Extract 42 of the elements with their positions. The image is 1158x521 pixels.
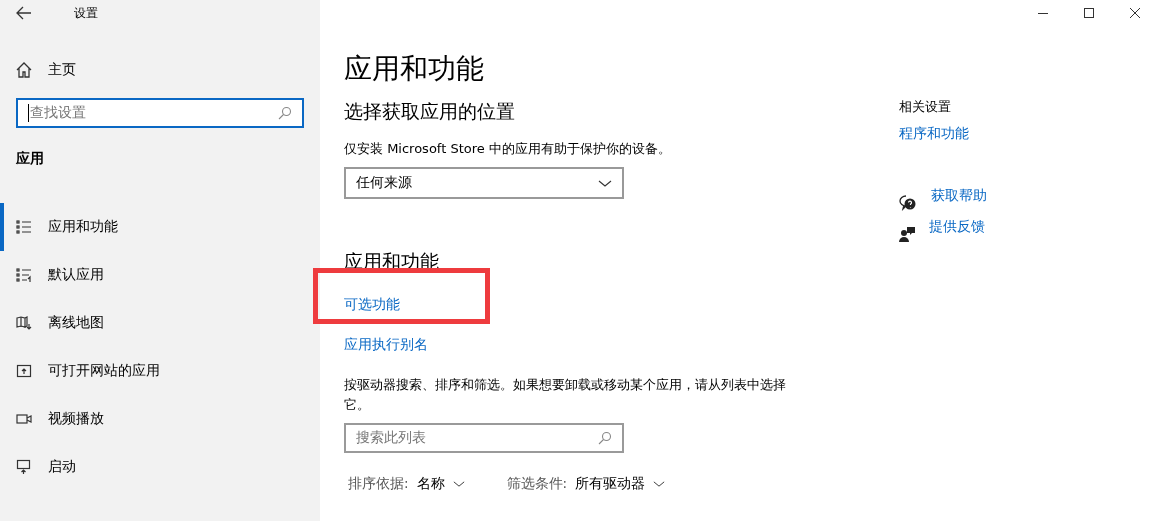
list-icon <box>16 219 32 235</box>
section-heading: 应用 <box>16 150 45 168</box>
page-title: 应用和功能 <box>344 51 485 87</box>
person-chat-icon <box>899 225 915 242</box>
maximize-icon <box>1084 8 1094 18</box>
nav-item[interactable]: 视频播放 <box>0 395 320 443</box>
window-title: 设置 <box>74 4 98 22</box>
list-search-field[interactable]: 搜索此列表 <box>344 423 624 453</box>
chevron-down-icon <box>653 481 666 487</box>
filter-dropdown[interactable]: 筛选条件: 所有驱动器 <box>506 475 666 493</box>
video-camera-icon <box>16 411 32 427</box>
minimize-icon <box>1038 12 1048 14</box>
programs-link[interactable]: 程序和功能 <box>899 125 969 143</box>
description-text: 按驱动器搜索、排序和筛选。如果想要卸载或移动某个应用，请从列表中选择它。 <box>344 376 787 414</box>
home-link[interactable]: 主页 <box>48 61 76 79</box>
nav-item[interactable]: 可打开网站的应用 <box>0 347 320 395</box>
monitor-arrow-icon <box>16 459 32 475</box>
back-button[interactable] <box>16 6 32 20</box>
nav-item[interactable]: 默认应用 <box>0 251 320 299</box>
chevron-down-icon <box>452 481 465 487</box>
source-dropdown[interactable]: 任何来源 <box>344 167 624 199</box>
related-heading: 相关设置 <box>899 98 952 116</box>
description-text: 仅安装 Microsoft Store 中的应用有助于保护你的设备。 <box>344 140 672 158</box>
help-link[interactable]: 提供反馈 <box>929 218 985 236</box>
map-icon <box>16 315 32 331</box>
close-icon <box>1130 8 1140 18</box>
nav-item[interactable]: 应用和功能 <box>0 203 320 251</box>
sort-dropdown[interactable]: 排序依据: 名称 <box>348 475 465 493</box>
chevron-down-icon <box>598 179 612 187</box>
nav-item[interactable]: 启动 <box>0 443 320 491</box>
section-heading: 选择获取应用的位置 <box>344 99 516 124</box>
nav-item[interactable]: 离线地图 <box>0 299 320 347</box>
help-chat-icon <box>899 194 917 211</box>
settings-search-field[interactable]: 查找设置 <box>16 98 304 128</box>
link[interactable]: 应用执行别名 <box>344 336 428 352</box>
search-icon <box>598 431 612 445</box>
back-icon <box>16 6 32 20</box>
list-arrow-icon <box>16 267 32 283</box>
help-link[interactable]: 获取帮助 <box>931 187 987 205</box>
link[interactable]: 可选功能 <box>344 296 400 312</box>
search-icon <box>278 106 292 120</box>
home-icon <box>16 62 32 78</box>
